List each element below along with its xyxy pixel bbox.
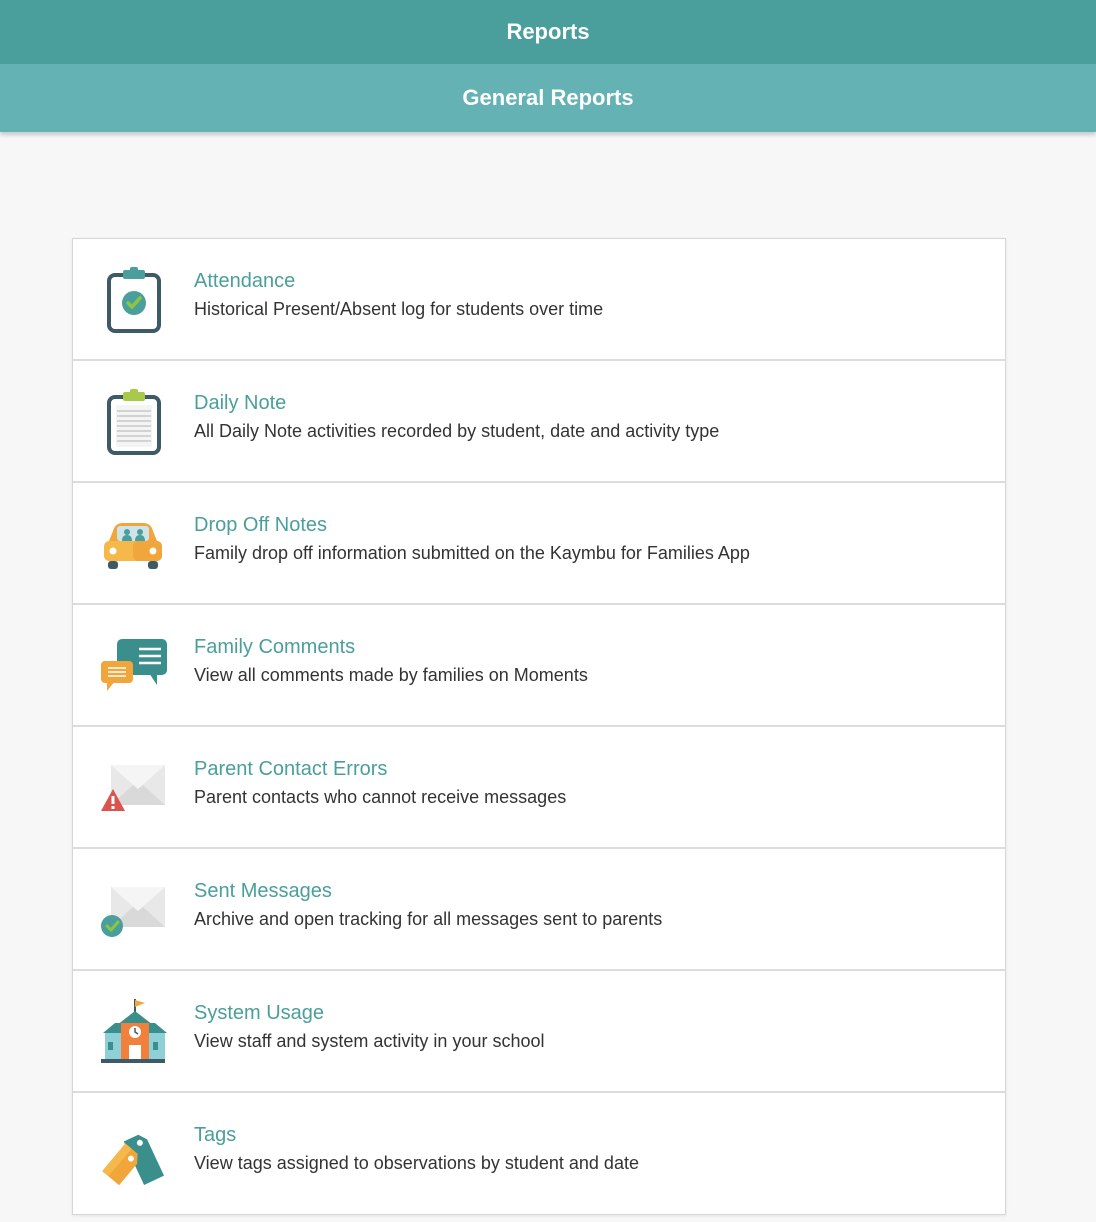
clipboard-note-icon: [99, 389, 167, 457]
clipboard-check-icon: [99, 267, 167, 335]
app-header: Reports: [0, 0, 1096, 64]
car-icon: [99, 511, 167, 579]
report-description: View staff and system activity in your s…: [194, 1031, 545, 1051]
report-title[interactable]: Attendance: [194, 270, 295, 293]
report-description: Historical Present/Absent log for studen…: [194, 299, 604, 319]
school-building-icon: [99, 999, 167, 1067]
report-item-sent-messages[interactable]: Sent Messages Archive and open tracking …: [73, 849, 1005, 971]
report-title[interactable]: Daily Note: [194, 392, 286, 415]
report-description: View all comments made by families on Mo…: [194, 665, 588, 685]
report-title[interactable]: System Usage: [194, 1002, 324, 1025]
report-description: Parent contacts who cannot receive messa…: [194, 787, 567, 807]
sub-header: General Reports: [0, 64, 1096, 132]
report-item-attendance[interactable]: Attendance Historical Present/Absent log…: [73, 239, 1005, 361]
report-description: Family drop off information submitted on…: [194, 543, 750, 563]
report-item-parent-contact-errors[interactable]: Parent Contact Errors Parent contacts wh…: [73, 727, 1005, 849]
report-item-family-comments[interactable]: Family Comments View all comments made b…: [73, 605, 1005, 727]
envelope-check-icon: [99, 877, 167, 945]
report-item-daily-note[interactable]: Daily Note All Daily Note activities rec…: [73, 361, 1005, 483]
page-title: Reports: [506, 19, 590, 44]
report-title[interactable]: Tags: [194, 1124, 236, 1147]
report-title[interactable]: Family Comments: [194, 636, 355, 659]
report-description: Archive and open tracking for all messag…: [194, 909, 663, 929]
report-list: Attendance Historical Present/Absent log…: [72, 238, 1006, 1215]
report-title[interactable]: Drop Off Notes: [194, 514, 327, 537]
report-item-system-usage[interactable]: System Usage View staff and system activ…: [73, 971, 1005, 1093]
section-title: General Reports: [462, 85, 634, 110]
envelope-warning-icon: [99, 755, 167, 823]
report-description: All Daily Note activities recorded by st…: [194, 421, 720, 441]
tags-icon: [99, 1121, 167, 1189]
chat-bubbles-icon: [99, 633, 167, 701]
report-item-drop-off-notes[interactable]: Drop Off Notes Family drop off informati…: [73, 483, 1005, 605]
report-description: View tags assigned to observations by st…: [194, 1153, 639, 1173]
report-item-tags[interactable]: Tags View tags assigned to observations …: [73, 1093, 1005, 1214]
report-title[interactable]: Sent Messages: [194, 880, 332, 903]
report-title[interactable]: Parent Contact Errors: [194, 758, 387, 781]
